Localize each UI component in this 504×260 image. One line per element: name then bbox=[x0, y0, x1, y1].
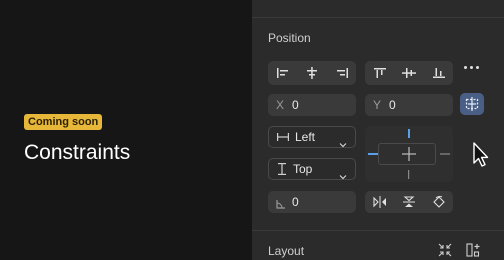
x-label: X bbox=[276, 98, 285, 112]
flip-group bbox=[365, 191, 453, 213]
vertical-constraint-icon bbox=[277, 163, 287, 175]
rotation-icon bbox=[276, 196, 286, 214]
chevron-down-icon bbox=[339, 135, 347, 153]
mouse-cursor-icon bbox=[473, 142, 489, 167]
horizontal-constraint-value: Left bbox=[295, 130, 316, 144]
y-value: 0 bbox=[389, 98, 396, 112]
canvas-area: Coming soon Constraints bbox=[0, 0, 252, 260]
y-position-field[interactable]: Y 0 bbox=[365, 94, 453, 116]
constraint-toggle-icon[interactable] bbox=[460, 93, 484, 115]
align-top-icon[interactable] bbox=[365, 61, 394, 85]
vertical-constraint-select[interactable]: Top bbox=[268, 158, 356, 180]
section-divider bbox=[252, 230, 504, 231]
vertical-constraint-value: Top bbox=[293, 162, 313, 176]
x-position-field[interactable]: X 0 bbox=[268, 94, 356, 116]
more-options-icon[interactable] bbox=[464, 66, 479, 69]
x-value: 0 bbox=[292, 98, 299, 112]
top-constraint-line[interactable] bbox=[408, 129, 410, 138]
horizontal-constraint-icon bbox=[277, 132, 289, 142]
align-center-horizontal-icon[interactable] bbox=[297, 61, 327, 85]
panel-top-divider bbox=[252, 17, 504, 18]
center-horizontal-line[interactable] bbox=[402, 153, 416, 155]
add-layout-icon[interactable] bbox=[466, 243, 480, 260]
rotation-value: 0 bbox=[292, 195, 299, 209]
collapse-icon[interactable] bbox=[438, 243, 452, 260]
align-right-icon[interactable] bbox=[327, 61, 356, 85]
bottom-constraint-line[interactable] bbox=[408, 170, 410, 179]
coming-soon-badge: Coming soon bbox=[24, 114, 103, 130]
flip-horizontal-icon[interactable] bbox=[365, 191, 394, 213]
constraint-lines bbox=[368, 129, 450, 179]
rotation-field[interactable]: 0 bbox=[268, 191, 356, 213]
feature-title: Constraints bbox=[24, 141, 131, 164]
layout-section-label: Layout bbox=[268, 244, 305, 258]
position-section-label: Position bbox=[268, 31, 311, 45]
rotate-icon[interactable] bbox=[424, 191, 453, 213]
y-label: Y bbox=[373, 98, 382, 112]
design-panel: Position X 0 Y 0 Left Top 0 Layout bbox=[252, 0, 504, 260]
vertical-align-group bbox=[365, 61, 453, 85]
flip-vertical-icon[interactable] bbox=[394, 191, 424, 213]
align-center-vertical-icon[interactable] bbox=[394, 61, 424, 85]
horizontal-align-group bbox=[268, 61, 356, 85]
chevron-down-icon bbox=[339, 167, 347, 185]
left-constraint-line[interactable] bbox=[368, 153, 378, 155]
horizontal-constraint-select[interactable]: Left bbox=[268, 126, 356, 148]
right-constraint-line[interactable] bbox=[440, 153, 450, 155]
align-bottom-icon[interactable] bbox=[424, 61, 453, 85]
align-left-icon[interactable] bbox=[268, 61, 297, 85]
